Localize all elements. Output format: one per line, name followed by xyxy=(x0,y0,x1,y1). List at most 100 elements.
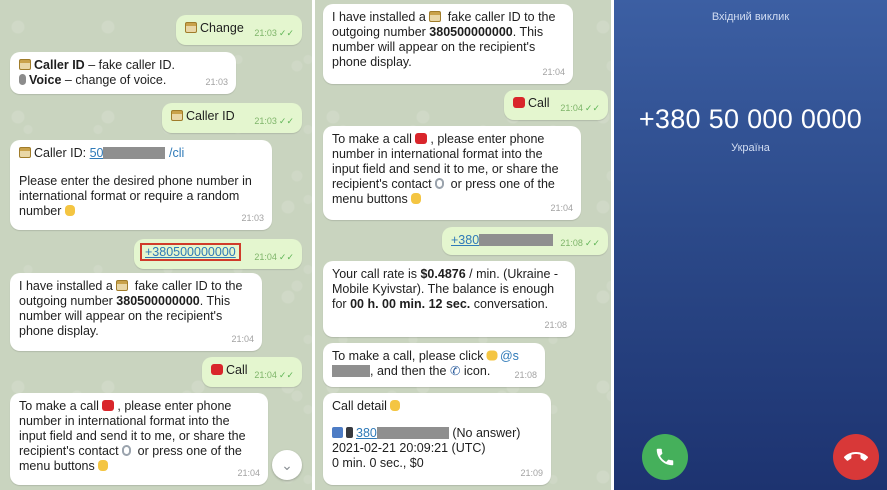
bot-handle-link[interactable]: @s xyxy=(500,349,519,363)
redacted-block xyxy=(479,234,554,246)
screenshot-composite: Change 21:03 ✓✓ Caller ID – fake caller I… xyxy=(0,0,887,490)
text-part: To make a call xyxy=(19,399,103,413)
message-time: 21:03 ✓✓ xyxy=(254,28,294,38)
double-check-icon: ✓✓ xyxy=(584,238,600,248)
decline-call-button[interactable] xyxy=(833,434,879,480)
message-outgoing-call: Call 21:04 ✓✓ xyxy=(504,90,608,120)
message-outgoing-callerid: Caller ID 21:03 ✓✓ xyxy=(162,103,302,133)
bank-emoji-icon xyxy=(171,110,183,121)
pointing-down-emoji-icon xyxy=(390,400,401,411)
message-text: Change xyxy=(200,21,244,35)
phone-receiver-icon: ✆ xyxy=(449,364,461,378)
call-rate: $0.4876 xyxy=(420,267,466,281)
message-time: 21:04 xyxy=(231,334,254,344)
text-part: Your call rate is xyxy=(332,267,421,281)
message-time: 21:03 xyxy=(241,213,264,223)
paperclip-emoji-icon xyxy=(122,445,132,456)
message-outgoing-number: +380 21:08 ✓✓ xyxy=(442,227,608,255)
text-part: conversation. xyxy=(470,297,549,311)
caller-country: Україна xyxy=(731,142,770,154)
pointing-down-emoji-icon xyxy=(411,193,422,204)
message-time: 21:03 xyxy=(205,77,228,87)
text-part: , and then the xyxy=(370,364,450,378)
telephone-emoji-icon xyxy=(102,400,115,411)
message-outgoing-change: Change 21:03 ✓✓ xyxy=(176,15,302,45)
call-status: (No answer) xyxy=(452,426,521,440)
bank-emoji-icon xyxy=(116,280,129,291)
message-incoming-installed: I have installed a fake caller ID to the… xyxy=(323,4,573,84)
cli-command-link[interactable]: /cli xyxy=(169,146,184,160)
message-time: 21:03 ✓✓ xyxy=(254,116,294,126)
pointing-down-emoji-icon xyxy=(64,205,75,216)
message-time: 21:08 xyxy=(544,320,567,330)
accept-call-button[interactable] xyxy=(642,434,688,480)
bank-emoji-icon xyxy=(19,59,31,70)
double-check-icon: ✓✓ xyxy=(584,103,600,113)
bank-emoji-icon xyxy=(185,22,197,33)
double-check-icon: ✓✓ xyxy=(278,28,294,38)
message-incoming-click: To make a call, please click @s , and the… xyxy=(323,343,545,387)
message-time: 21:04 ✓✓ xyxy=(560,103,600,113)
paperclip-emoji-icon xyxy=(435,178,445,189)
call-datetime: 2021-02-21 20:09:21 (UTC) xyxy=(332,441,486,455)
message-time: 21:04 xyxy=(550,203,573,213)
sent-number-link[interactable]: +380500000000 xyxy=(140,243,241,261)
call-detail-title: Call detail xyxy=(332,399,387,413)
message-incoming-rate: Your call rate is $0.4876 / min. (Ukrain… xyxy=(323,261,575,337)
chat-panel-left[interactable]: Change 21:03 ✓✓ Caller ID – fake caller I… xyxy=(0,0,312,490)
chat-panel-middle[interactable]: I have installed a fake caller ID to the… xyxy=(315,0,612,490)
phone-accept-icon xyxy=(656,448,674,466)
message-time: 21:04 xyxy=(542,67,565,77)
bank-emoji-icon xyxy=(19,147,31,158)
sent-number-link[interactable]: +380 xyxy=(451,233,479,247)
caller-number: +380 50 000 0000 xyxy=(638,104,863,134)
incoming-call-header: Вхідний виклик xyxy=(711,11,790,23)
bank-emoji-icon xyxy=(429,11,442,22)
microphone-emoji-icon xyxy=(19,74,26,85)
pointing-down-emoji-icon xyxy=(98,460,109,471)
text-part: I have installed a xyxy=(332,10,430,24)
message-time: 21:04 xyxy=(237,468,260,478)
arrow-left-emoji-icon xyxy=(332,427,343,438)
message-text: Call xyxy=(528,96,550,110)
caller-id-label: Caller ID xyxy=(34,58,85,72)
message-outgoing-number: +380500000000 21:04 ✓✓ xyxy=(134,239,302,269)
caller-id-link[interactable]: 50 xyxy=(90,146,104,160)
balance-duration: 00 h. 00 min. 12 sec. xyxy=(350,297,471,311)
called-number-link[interactable]: 380 xyxy=(356,426,377,440)
chevron-down-icon: ⌄ xyxy=(281,456,293,473)
message-time: 21:08 ✓✓ xyxy=(560,238,600,248)
mobile-phone-emoji-icon xyxy=(346,427,353,438)
redacted-block xyxy=(103,147,166,159)
fake-number: 380500000000 xyxy=(429,25,513,39)
message-incoming-menu: Caller ID – fake caller ID. Voice – chan… xyxy=(10,52,236,94)
voice-label: Voice xyxy=(29,73,62,87)
message-incoming-installed: I have installed a fake caller ID to the… xyxy=(10,273,262,351)
incoming-call-screen: Вхідний виклик +380 50 000 0000 Україна xyxy=(614,0,887,490)
message-incoming-make-call: To make a call , please enter phone numb… xyxy=(323,126,581,220)
double-check-icon: ✓✓ xyxy=(278,252,294,262)
message-outgoing-call: Call 21:04 ✓✓ xyxy=(202,357,302,387)
message-time: 21:04 ✓✓ xyxy=(254,252,294,262)
message-time: 21:04 ✓✓ xyxy=(254,370,294,380)
call-summary: 0 min. 0 sec., $0 xyxy=(332,456,424,470)
message-time: 21:09 xyxy=(520,468,543,478)
text-part: I have installed a xyxy=(19,279,117,293)
message-incoming-make-call: To make a call , please enter phone numb… xyxy=(10,393,268,485)
message-incoming-call-detail: Call detail 380 (No answer) 2021-02-21 2… xyxy=(323,393,551,485)
text-part: icon. xyxy=(460,364,491,378)
pointing-right-emoji-icon xyxy=(486,350,498,361)
double-check-icon: ✓✓ xyxy=(278,370,294,380)
redacted-block xyxy=(332,365,370,377)
telephone-emoji-icon xyxy=(211,364,223,375)
telephone-emoji-icon xyxy=(415,133,428,144)
prompt-text: Please enter the desired phone number in… xyxy=(19,174,256,218)
message-text: Caller ID xyxy=(186,109,235,123)
text-part: To make a call, please click xyxy=(332,349,487,363)
scroll-down-button[interactable]: ⌄ xyxy=(272,450,302,480)
caller-id-prefix: Caller ID: xyxy=(34,146,90,160)
voice-desc: – change of voice. xyxy=(61,73,167,87)
phone-hangup-icon xyxy=(844,452,868,461)
double-check-icon: ✓✓ xyxy=(278,116,294,126)
message-text: Call xyxy=(226,363,248,377)
